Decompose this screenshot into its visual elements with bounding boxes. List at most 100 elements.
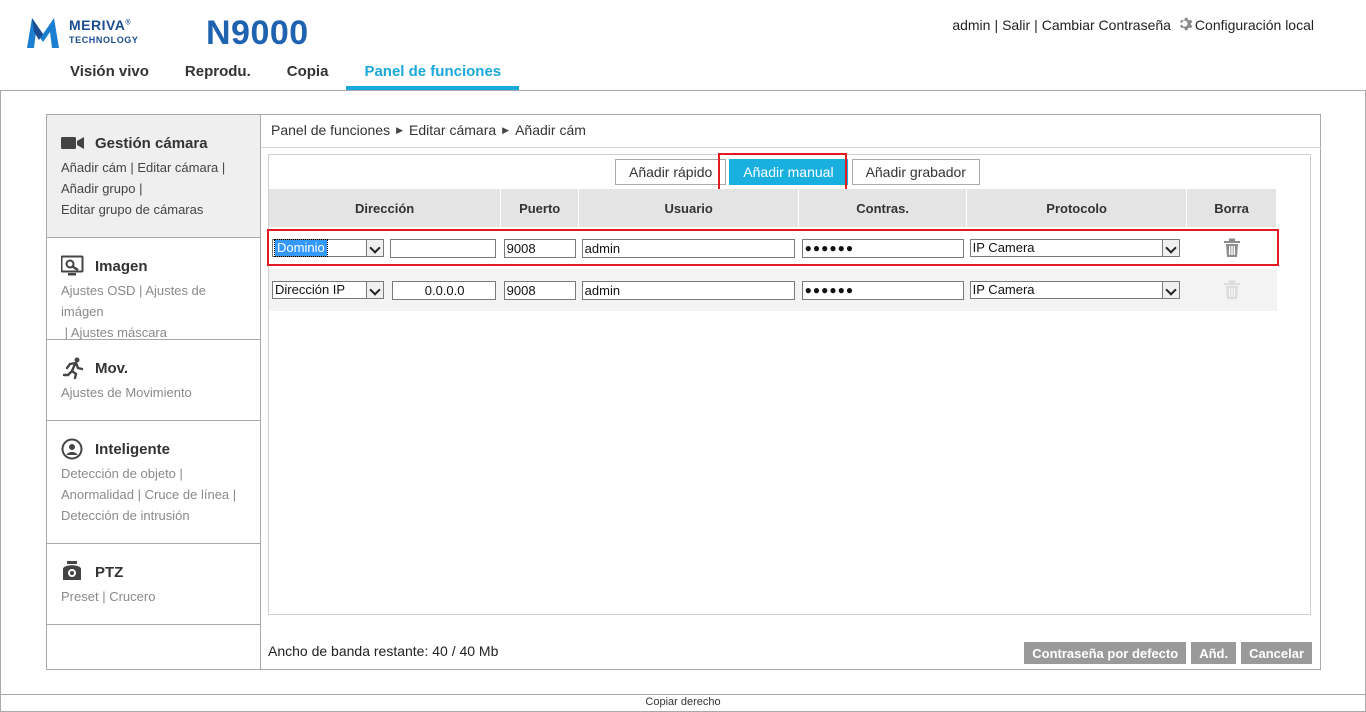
gear-icon[interactable] xyxy=(1177,16,1194,33)
column-header-protocol: Protocolo xyxy=(966,189,1188,227)
breadcrumb-item[interactable]: Editar cámara xyxy=(409,122,496,138)
local-config-link[interactable]: Configuración local xyxy=(1195,17,1314,33)
protocol-value: IP Camera xyxy=(972,282,1035,297)
sidebar-link-add-group[interactable]: Añadir grupo xyxy=(61,181,135,196)
sidebar-link-intrusion[interactable]: Detección de intrusión xyxy=(61,508,190,523)
sidebar-header-image[interactable]: Imagen xyxy=(61,254,260,278)
table-cell: IP Camera xyxy=(966,269,1187,311)
sidebar-link-mask[interactable]: Ajustes máscara xyxy=(71,325,167,340)
sidebar: Gestión cámara Añadir cám | Editar cámar… xyxy=(47,115,261,669)
chevron-down-icon xyxy=(1161,282,1179,298)
sidebar-link-line-crossing[interactable]: Cruce de línea xyxy=(145,487,230,502)
chevron-down-icon xyxy=(366,282,383,298)
sidebar-link-cruise[interactable]: Crucero xyxy=(109,589,155,604)
tab-quick-add[interactable]: Añadir rápido xyxy=(615,159,727,185)
sidebar-link-abnormality[interactable]: Anormalidad xyxy=(61,487,134,502)
change-password-link[interactable]: Cambiar Contraseña xyxy=(1042,17,1171,33)
tab-add-recorder[interactable]: Añadir grabador xyxy=(851,159,980,185)
video-camera-icon xyxy=(61,137,84,149)
sidebar-link-edit-group[interactable]: Editar grupo de cámaras xyxy=(61,202,203,217)
header: MERIVA® TECHNOLOGY N9000 admin | Salir |… xyxy=(0,0,1366,91)
sidebar-link-edit-camera[interactable]: Editar cámara xyxy=(137,160,218,175)
breadcrumb-arrow-icon: ▶ xyxy=(502,124,510,135)
sidebar-section-ptz: PTZ Preset | Crucero xyxy=(47,544,260,625)
separator: | xyxy=(994,16,999,33)
main-panel: Gestión cámara Añadir cám | Editar cámar… xyxy=(46,114,1321,670)
table-row: Dirección IP 0.0.0.0 9008 admin ●●●●●● I… xyxy=(269,269,1277,311)
device-model: N9000 xyxy=(206,14,309,52)
divider xyxy=(261,147,1321,148)
top-links: admin | Salir | Cambiar Contraseña Confi… xyxy=(952,16,1314,33)
sidebar-header-ptz[interactable]: PTZ xyxy=(61,560,260,584)
sidebar-header-camera[interactable]: Gestión cámara xyxy=(61,131,260,155)
sidebar-title-intelligent: Inteligente xyxy=(95,440,171,458)
sidebar-header-intelligent[interactable]: Inteligente xyxy=(61,437,260,461)
sidebar-links-camera: Añadir cám | Editar cámara | Añadir grup… xyxy=(61,160,226,217)
password-input[interactable]: ●●●●●● xyxy=(801,280,964,300)
cancel-button[interactable]: Cancelar xyxy=(1241,642,1312,664)
table-cell: admin xyxy=(578,269,799,311)
sidebar-links-image: Ajustes OSD | Ajustes de imágen | Ajuste… xyxy=(61,283,207,340)
address-type-value: Dirección IP xyxy=(275,282,346,297)
main-nav: Visión vivo Reprodu. Copia Panel de func… xyxy=(52,58,520,90)
sidebar-links-motion: Ajustes de Movimiento xyxy=(61,382,260,403)
breadcrumb-arrow-icon: ▶ xyxy=(396,124,404,135)
sidebar-title-camera: Gestión cámara xyxy=(95,134,208,152)
address-input[interactable]: 0.0.0.0 xyxy=(391,280,496,300)
sidebar-link-add-camera[interactable]: Añadir cám xyxy=(61,160,127,175)
content-area: Panel de funciones ▶ Editar cámara ▶ Aña… xyxy=(261,115,1321,669)
smart-analysis-icon xyxy=(61,438,83,460)
column-header-user: Usuario xyxy=(578,189,800,227)
sidebar-links-intelligent: Detección de objeto | Anormalidad | Cruc… xyxy=(61,466,237,523)
sidebar-title-motion: Mov. xyxy=(95,359,129,377)
add-button[interactable]: Añd. xyxy=(1191,642,1237,664)
protocol-select[interactable]: IP Camera xyxy=(969,281,1180,299)
address-type-select[interactable]: Dirección IP xyxy=(272,281,384,299)
sidebar-link-osd[interactable]: Ajustes OSD xyxy=(61,283,135,298)
column-header-password: Contras. xyxy=(798,189,968,227)
table-cell: ●●●●●● xyxy=(798,269,967,311)
username-input[interactable]: admin xyxy=(581,280,795,300)
running-person-icon xyxy=(62,357,84,379)
highlight-box xyxy=(267,229,1279,266)
table-cell xyxy=(1186,269,1277,311)
sidebar-section-motion: Mov. Ajustes de Movimiento xyxy=(47,340,260,421)
sidebar-header-motion[interactable]: Mov. xyxy=(61,356,260,380)
separator: | xyxy=(1034,16,1038,33)
sidebar-section-image: Imagen Ajustes OSD | Ajustes de imágen |… xyxy=(47,238,260,340)
meriva-logo-icon xyxy=(27,18,59,48)
tab-live-view[interactable]: Visión vivo xyxy=(52,58,167,90)
port-input[interactable]: 9008 xyxy=(503,280,576,300)
default-password-button[interactable]: Contraseña por defecto xyxy=(1024,642,1187,664)
monitor-settings-icon xyxy=(61,255,84,276)
column-header-address: Dirección xyxy=(269,189,502,227)
sidebar-link-motion-settings[interactable]: Ajustes de Movimiento xyxy=(61,385,192,400)
trash-icon xyxy=(1223,280,1240,299)
column-header-delete: Borra xyxy=(1186,189,1277,227)
sidebar-section-camera: Gestión cámara Añadir cám | Editar cámar… xyxy=(47,115,260,238)
logout-link[interactable]: Salir xyxy=(1002,17,1030,33)
tab-function-panel[interactable]: Panel de funciones xyxy=(346,58,520,90)
tab-playback[interactable]: Reprodu. xyxy=(167,58,269,90)
sidebar-link-preset[interactable]: Preset xyxy=(61,589,99,604)
breadcrumb: Panel de funciones ▶ Editar cámara ▶ Aña… xyxy=(271,122,586,138)
user-link[interactable]: admin xyxy=(952,17,990,33)
sidebar-title-ptz: PTZ xyxy=(95,563,124,581)
action-buttons: Contraseña por defecto Añd. Cancelar xyxy=(1019,642,1312,664)
table-header-row: Dirección Puerto Usuario Contras. Protoc… xyxy=(269,189,1277,227)
sidebar-section-intelligent: Inteligente Detección de objeto | Anorma… xyxy=(47,421,260,544)
brand-logo: MERIVA® TECHNOLOGY xyxy=(25,14,165,54)
add-camera-panel: Añadir rápido Añadir manual Añadir graba… xyxy=(267,153,1311,615)
sidebar-title-image: Imagen xyxy=(95,257,148,275)
breadcrumb-item-current: Añadir cám xyxy=(515,122,586,138)
breadcrumb-item[interactable]: Panel de funciones xyxy=(271,122,390,138)
table-cell: 9008 xyxy=(500,269,579,311)
table-cell: Dirección IP 0.0.0.0 xyxy=(269,269,501,311)
footer-copyright: Copiar derecho xyxy=(0,694,1366,712)
sidebar-link-object-detection[interactable]: Detección de objeto xyxy=(61,466,176,481)
brand-name: MERIVA® xyxy=(69,17,132,33)
ptz-camera-icon xyxy=(63,561,81,580)
bandwidth-status: Ancho de banda restante: 40 / 40 Mb xyxy=(268,643,499,659)
tab-backup[interactable]: Copia xyxy=(269,58,347,90)
sidebar-links-ptz: Preset | Crucero xyxy=(61,589,156,604)
